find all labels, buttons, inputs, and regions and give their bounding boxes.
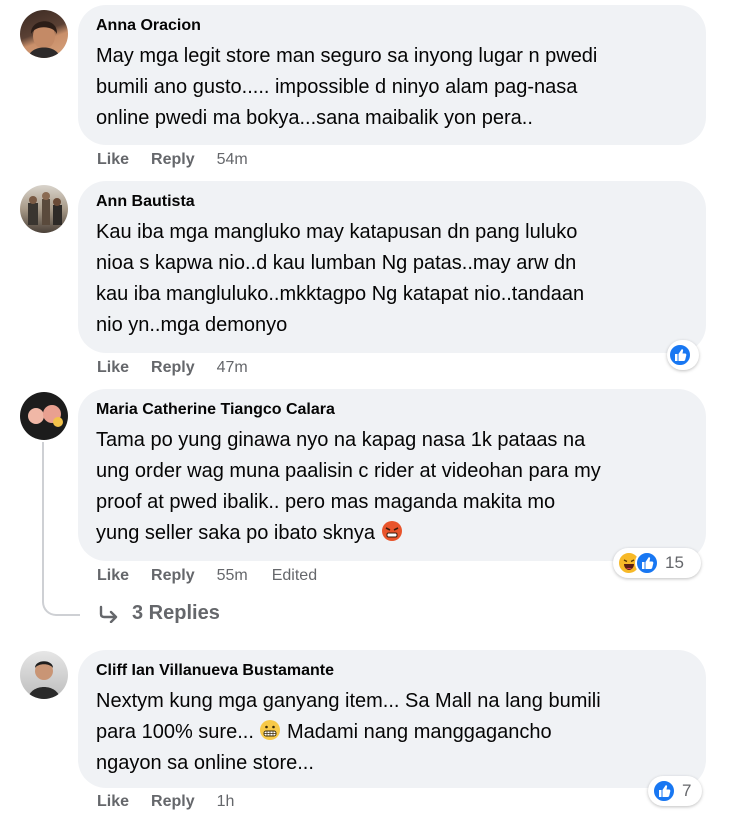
angry-face-emoji	[381, 520, 403, 542]
reaction-count: 15	[665, 553, 684, 572]
comment-text: Tama po yung ginawa nyo na kapag nasa 1k…	[96, 429, 601, 544]
comment-author[interactable]: Cliff Ian Villanueva Bustamante	[96, 662, 688, 680]
avatar[interactable]	[20, 10, 68, 58]
view-replies-button[interactable]: 3 Replies	[98, 602, 220, 625]
comment-actions: Like Reply 54m	[97, 151, 272, 169]
avatar-photo-icon	[28, 405, 63, 427]
reply-arrow-icon	[99, 605, 118, 623]
avatar-photo-icon	[28, 661, 60, 699]
like-button[interactable]: Like	[97, 567, 129, 585]
like-icon	[635, 551, 659, 575]
reply-button[interactable]: Reply	[151, 793, 195, 811]
comment-timestamp[interactable]: 54m	[217, 151, 248, 169]
reactions-summary[interactable]: 7	[648, 776, 702, 806]
reply-button[interactable]: Reply	[151, 359, 195, 377]
reaction-count: 7	[682, 781, 692, 800]
reactions-summary[interactable]: 15	[613, 548, 701, 578]
like-icon	[652, 779, 676, 803]
avatar-photo-icon	[28, 21, 60, 58]
comment-author[interactable]: Anna Oracion	[96, 17, 688, 35]
comment-bubble: Ann Bautista Kau iba mga mangluko may ka…	[78, 181, 706, 353]
avatar[interactable]	[20, 392, 68, 440]
comment-text-wrap: Nextym kung mga ganyang item... Sa Mall …	[96, 686, 688, 779]
comment-actions: Like Reply 47m	[97, 359, 272, 377]
reply-button[interactable]: Reply	[151, 567, 195, 585]
avatar[interactable]	[20, 651, 68, 699]
comment-timestamp[interactable]: 47m	[217, 359, 248, 377]
comment-actions: Like Reply 1h	[97, 793, 258, 811]
comment-text: Kau iba mga mangluko may katapusan dn pa…	[96, 221, 585, 336]
like-icon	[668, 343, 692, 367]
comment-timestamp[interactable]: 1h	[217, 793, 235, 811]
comment-bubble: Anna Oracion May mga legit store man seg…	[78, 5, 706, 145]
comment-bubble: Cliff Ian Villanueva Bustamante Nextym k…	[78, 650, 706, 788]
comment-text-wrap: Tama po yung ginawa nyo na kapag nasa 1k…	[96, 425, 688, 549]
comment-author[interactable]: Ann Bautista	[96, 193, 688, 211]
reactions-summary[interactable]	[667, 340, 699, 370]
like-button[interactable]: Like	[97, 151, 129, 169]
edited-label[interactable]: Edited	[272, 567, 317, 585]
replies-count-label: 3 Replies	[132, 602, 220, 624]
comment-text: May mga legit store man seguro sa inyong…	[96, 45, 598, 129]
comment-bubble: Maria Catherine Tiangco Calara Tama po y…	[78, 389, 706, 561]
comment-author[interactable]: Maria Catherine Tiangco Calara	[96, 401, 688, 419]
thread-connector	[42, 594, 80, 616]
like-button[interactable]: Like	[97, 359, 129, 377]
reply-button[interactable]: Reply	[151, 151, 195, 169]
like-button[interactable]: Like	[97, 793, 129, 811]
avatar[interactable]	[20, 185, 68, 233]
thread-line	[42, 442, 44, 594]
avatar-photo-icon	[28, 192, 62, 225]
comment-timestamp[interactable]: 55m	[217, 567, 248, 585]
comment-actions: Like Reply 55m Edited	[97, 567, 317, 585]
grimacing-face-emoji	[259, 719, 281, 741]
